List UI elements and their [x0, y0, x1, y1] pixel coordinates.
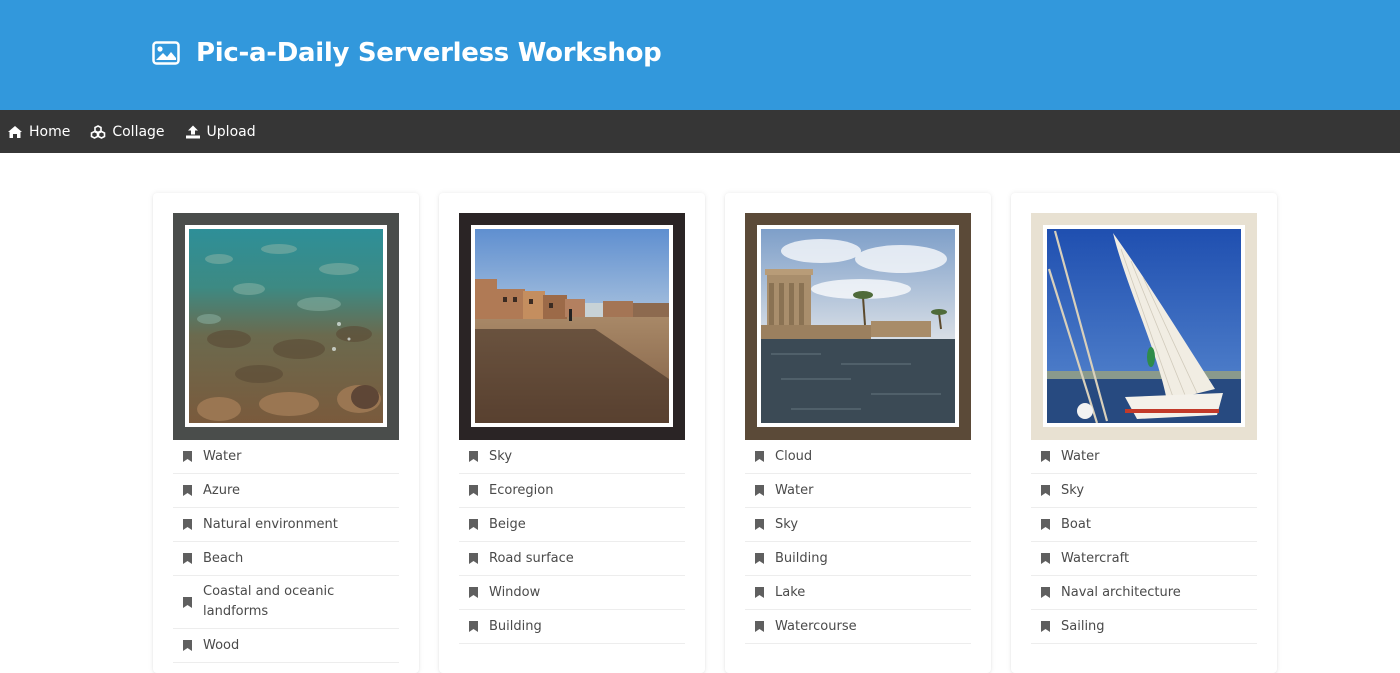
list-item: Window: [459, 576, 685, 610]
home-icon: [8, 125, 22, 138]
bookmark-icon: [469, 587, 478, 598]
bookmark-icon: [183, 451, 192, 462]
list-item: Sky: [1031, 474, 1257, 508]
list-item: Water: [1031, 440, 1257, 474]
nav-collage-label: Collage: [112, 123, 165, 140]
list-item: Coastal and oceanic landforms: [173, 576, 399, 629]
list-item: Ecoregion: [459, 474, 685, 508]
picture-thumbnail[interactable]: [757, 225, 959, 427]
picture-card: Water Sky Boat Watercraft Naval architec…: [1011, 193, 1277, 673]
list-item: Wood: [173, 629, 399, 663]
list-item: Naval architecture: [1031, 576, 1257, 610]
bookmark-icon: [469, 519, 478, 530]
picture-thumbnail[interactable]: [471, 225, 673, 427]
list-item: Building: [459, 610, 685, 644]
picture-card: Water Azure Natural environment Beach Co…: [153, 193, 419, 673]
main-navbar: Home Collage Upload: [0, 110, 1400, 153]
bookmark-icon: [1041, 519, 1050, 530]
bookmark-icon: [183, 596, 192, 608]
desert-town-photo: [475, 229, 669, 423]
bookmark-icon: [183, 485, 192, 496]
list-item: Natural environment: [173, 508, 399, 542]
header-brand: Pic-a-Daily Serverless Workshop: [152, 38, 662, 68]
bookmark-icon: [1041, 621, 1050, 632]
list-item: Water: [173, 440, 399, 474]
bookmark-icon: [755, 621, 764, 632]
list-item: Road surface: [459, 542, 685, 576]
bookmark-icon: [1041, 553, 1050, 564]
nav-home[interactable]: Home: [7, 124, 70, 140]
sea-rocks-photo: [189, 229, 383, 423]
bookmark-icon: [755, 553, 764, 564]
label-list: Water Sky Boat Watercraft Naval architec…: [1031, 440, 1257, 644]
bookmark-icon: [183, 553, 192, 564]
bookmark-icon: [469, 451, 478, 462]
list-item: Beige: [459, 508, 685, 542]
sailboat-photo: [1047, 229, 1241, 423]
list-item: Lake: [745, 576, 971, 610]
list-item: Sky: [459, 440, 685, 474]
picture-card: Cloud Water Sky Building Lake Watercours…: [725, 193, 991, 673]
list-item: Water: [745, 474, 971, 508]
picture-thumbnail[interactable]: [1043, 225, 1245, 427]
page-header: Pic-a-Daily Serverless Workshop: [0, 0, 1400, 110]
photo-frame: [745, 213, 971, 440]
label-list: Water Azure Natural environment Beach Co…: [173, 440, 399, 663]
nav-upload[interactable]: Upload: [185, 124, 256, 140]
photo-frame: [459, 213, 685, 440]
cubes-icon: [91, 124, 106, 139]
label-list: Sky Ecoregion Beige Road surface Window …: [459, 440, 685, 644]
page-title: Pic-a-Daily Serverless Workshop: [196, 38, 662, 68]
list-item: Building: [745, 542, 971, 576]
list-item: Beach: [173, 542, 399, 576]
picture-card: Sky Ecoregion Beige Road surface Window …: [439, 193, 705, 673]
picture-thumbnail[interactable]: [185, 225, 387, 427]
list-item: Watercraft: [1031, 542, 1257, 576]
image-icon: [152, 41, 180, 65]
label-list: Cloud Water Sky Building Lake Watercours…: [745, 440, 971, 644]
nav-upload-label: Upload: [206, 123, 256, 140]
bookmark-icon: [755, 485, 764, 496]
list-item: Watercourse: [745, 610, 971, 644]
temple-lake-photo: [761, 229, 955, 423]
bookmark-icon: [183, 519, 192, 530]
photo-frame: [1031, 213, 1257, 440]
photo-frame: [173, 213, 399, 440]
bookmark-icon: [1041, 485, 1050, 496]
bookmark-icon: [183, 640, 192, 651]
bookmark-icon: [755, 587, 764, 598]
upload-icon: [185, 125, 200, 138]
list-item: Sky: [745, 508, 971, 542]
bookmark-icon: [469, 553, 478, 564]
nav-collage[interactable]: Collage: [90, 123, 165, 140]
bookmark-icon: [1041, 587, 1050, 598]
list-item: Azure: [173, 474, 399, 508]
bookmark-icon: [1041, 451, 1050, 462]
bookmark-icon: [755, 451, 764, 462]
list-item: Sailing: [1031, 610, 1257, 644]
nav-home-label: Home: [29, 123, 71, 140]
list-item: Cloud: [745, 440, 971, 474]
bookmark-icon: [469, 621, 478, 632]
list-item: Boat: [1031, 508, 1257, 542]
bookmark-icon: [755, 519, 764, 530]
bookmark-icon: [469, 485, 478, 496]
